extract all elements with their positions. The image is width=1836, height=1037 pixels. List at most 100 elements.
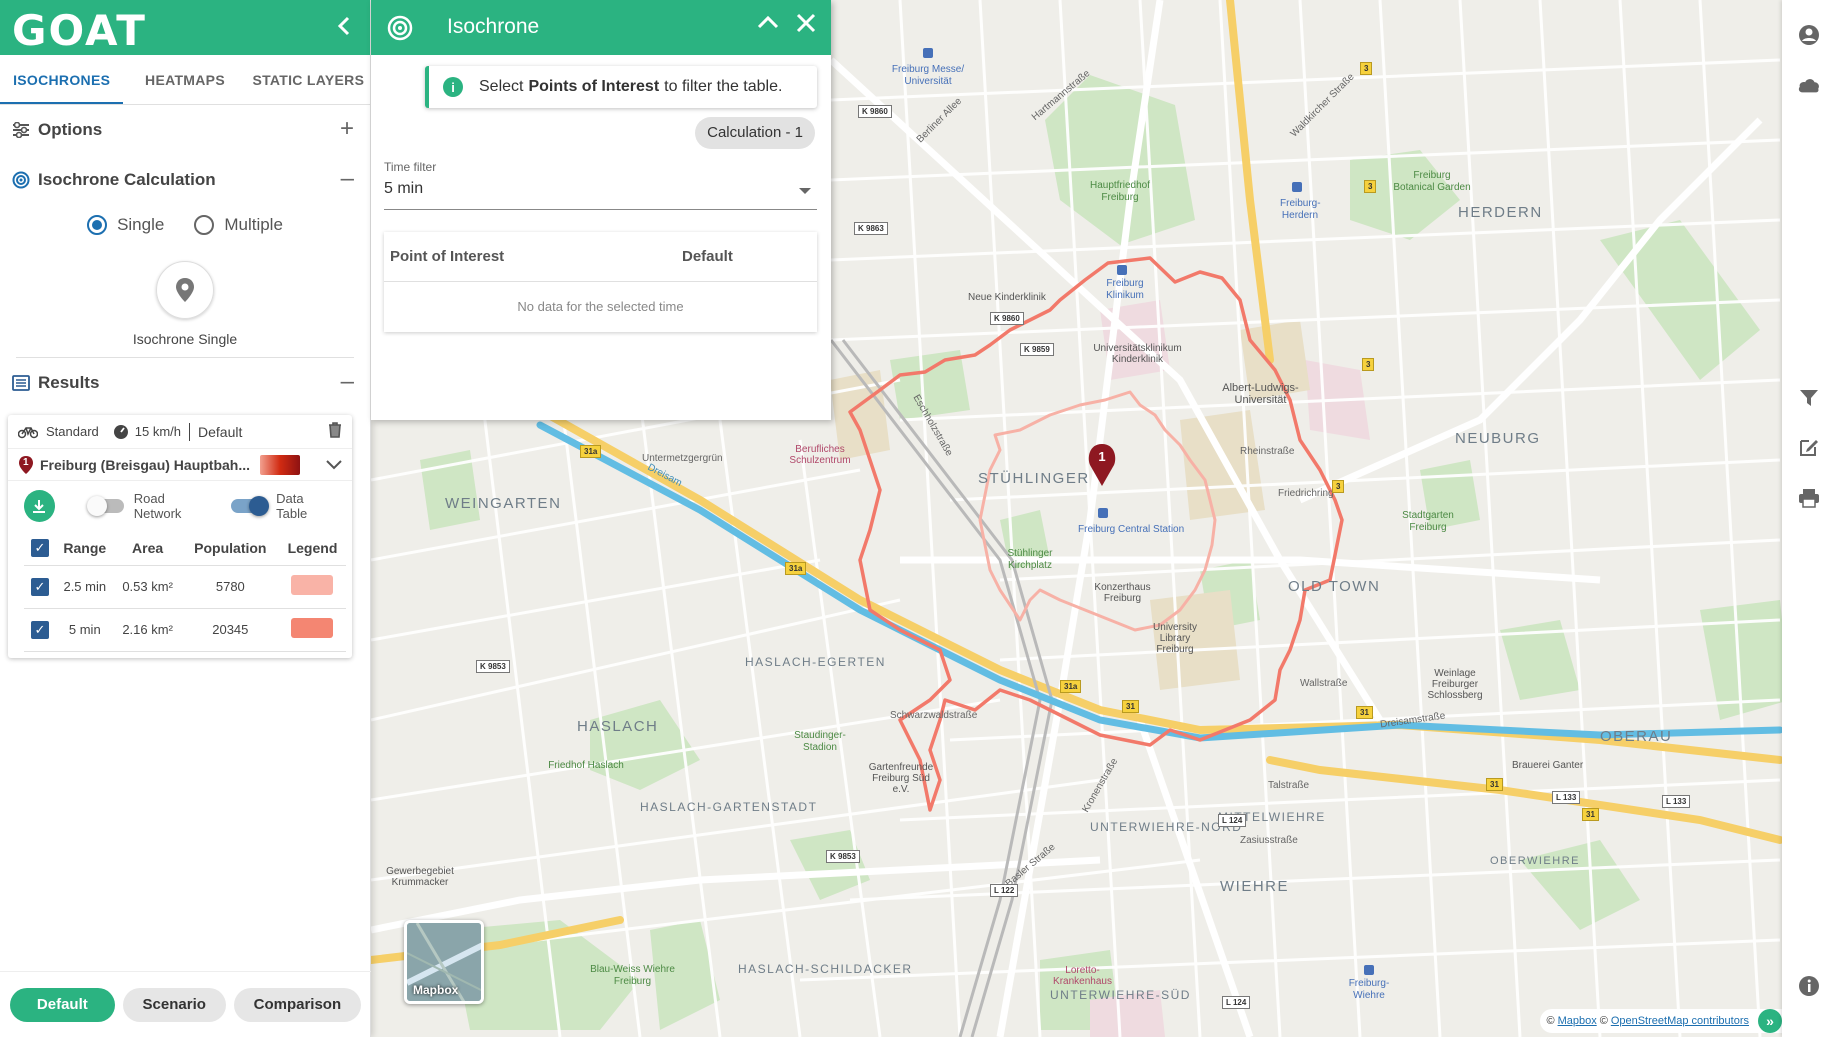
info-button[interactable] xyxy=(1797,974,1821,998)
select-all-checkbox[interactable]: ✓ xyxy=(31,538,49,557)
isochrone-result-card: Standard 15 km/h Default 1 Freiburg (Bre… xyxy=(8,415,352,658)
poi-wiehre-station: Freiburg-Wiehre xyxy=(1348,978,1390,1001)
collapse-minus-icon[interactable]: – xyxy=(341,167,354,191)
collapse-minus-icon[interactable]: – xyxy=(341,370,354,394)
info-suffix: to filter the table. xyxy=(664,78,783,95)
district-oberau: OBERAU xyxy=(1600,728,1673,745)
comparison-button[interactable]: Comparison xyxy=(233,987,362,1022)
edit-icon xyxy=(1800,440,1818,456)
poi-university-library: University Library Freiburg xyxy=(1153,622,1197,655)
row-checkbox[interactable]: ✓ xyxy=(31,620,49,639)
mapbox-link[interactable]: Mapbox xyxy=(1558,1015,1597,1027)
road-badge: 31a xyxy=(785,562,807,575)
poi-herdern-station: Freiburg-Herdern xyxy=(1280,198,1321,221)
results-title: Results xyxy=(38,373,100,392)
edit-button[interactable] xyxy=(1797,435,1821,459)
road-badge: K 9853 xyxy=(826,850,860,863)
col-population: Population xyxy=(181,531,279,566)
district-haslach-gartenstadt: HASLACH-GARTENSTADT xyxy=(640,800,818,814)
separator xyxy=(189,422,191,441)
road-badge: 31 xyxy=(1582,808,1599,821)
left-sidebar: GOAT ISOCHRONES HEATMAPS STATIC LAYERS O… xyxy=(0,0,371,1037)
print-button[interactable] xyxy=(1797,486,1821,510)
poi-blau-weiss: Blau-Weiss Wiehre Freiburg xyxy=(590,964,675,987)
filter-button[interactable] xyxy=(1797,386,1821,410)
chevron-up-icon xyxy=(757,15,779,29)
legend-swatch[interactable] xyxy=(291,575,334,595)
isochrone-panel-header[interactable]: Isochrone xyxy=(371,0,831,55)
poi-central-station: Freiburg Central Station xyxy=(1078,524,1185,535)
calculation-section-header[interactable]: Isochrone Calculation – xyxy=(0,155,370,205)
color-gradient-swatch[interactable] xyxy=(260,454,301,475)
basemap-switcher-button[interactable]: Mapbox xyxy=(404,920,484,1004)
results-section-header[interactable]: Results – xyxy=(0,358,370,408)
tab-isochrones[interactable]: ISOCHRONES xyxy=(0,55,124,104)
calculation-chip[interactable]: Calculation - 1 xyxy=(695,117,815,149)
cell-area: 2.16 km² xyxy=(113,608,182,652)
table-header-row: ✓ Range Area Population Legend xyxy=(24,531,346,566)
user-account-button[interactable] xyxy=(1797,23,1821,47)
poi-stadtgarten: Stadtgarten Freiburg xyxy=(1402,510,1454,533)
district-herdern: HERDERN xyxy=(1458,204,1543,221)
col-default[interactable]: Default xyxy=(682,248,733,265)
expand-plus-icon[interactable]: + xyxy=(340,117,354,141)
osm-link[interactable]: OpenStreetMap contributors xyxy=(1611,1015,1749,1027)
poi-table: Point of Interest Default No data for th… xyxy=(384,232,817,332)
road-badge: 31 xyxy=(1486,778,1503,791)
poi-albert-ludwigs: Albert-Ludwigs-Universität xyxy=(1222,382,1299,406)
poi-botanical-garden: Freiburg Botanical Garden xyxy=(1393,170,1471,193)
toggle-knob xyxy=(86,496,107,516)
street-label: Zasiusstraße xyxy=(1240,835,1298,846)
street-label: Wallstraße xyxy=(1300,678,1348,689)
main-tabs: ISOCHRONES HEATMAPS STATIC LAYERS xyxy=(0,55,370,105)
data-table-label: Data Table xyxy=(276,491,308,521)
expand-result-button[interactable] xyxy=(326,457,342,473)
cloud-button[interactable] xyxy=(1797,73,1821,97)
poi-friedhof-haslach: Friedhof Haslach xyxy=(548,760,624,771)
radio-single[interactable]: Single xyxy=(87,215,164,235)
legend-swatch[interactable] xyxy=(291,618,334,638)
scenario-bar: Default Scenario Comparison xyxy=(0,971,371,1037)
copyright-symbol: © xyxy=(1599,1015,1608,1027)
radio-checked-indicator xyxy=(87,215,108,235)
download-button[interactable] xyxy=(24,490,55,522)
table-row: ✓ 2.5 min 0.53 km² 5780 xyxy=(24,565,346,609)
close-icon xyxy=(796,13,816,33)
time-filter-select[interactable]: Time filter 5 min xyxy=(384,160,817,210)
road-badge: K 9859 xyxy=(1020,343,1054,356)
start-point-row[interactable]: 1 Freiburg (Breisgau) Hauptbah... xyxy=(8,449,352,481)
table-row: ✓ 5 min 2.16 km² 20345 xyxy=(24,608,346,652)
map-attribution: © Mapbox © OpenStreetMap contributors » xyxy=(1540,1009,1782,1033)
row-checkbox[interactable]: ✓ xyxy=(31,577,49,596)
district-stuehlinger: STÜHLINGER xyxy=(978,470,1090,487)
district-haslach-schildacker: HASLACH-SCHILDACKER xyxy=(738,962,913,976)
collapse-panel-button[interactable] xyxy=(756,10,780,41)
logo-bar: GOAT xyxy=(0,0,370,55)
scenario-button[interactable]: Scenario xyxy=(122,987,226,1022)
delete-result-button[interactable] xyxy=(328,422,342,441)
start-marker-icon: 1 xyxy=(18,455,34,475)
collapse-sidebar-button[interactable] xyxy=(334,14,354,45)
district-haslach: HASLACH xyxy=(577,718,659,735)
park-cemetery xyxy=(1045,75,1195,245)
tab-heatmaps[interactable]: HEATMAPS xyxy=(123,55,246,104)
cell-range: 2.5 min xyxy=(56,565,114,609)
attribution-expand-button[interactable]: » xyxy=(1758,1009,1782,1033)
poi-messe: Freiburg Messe/ Universität xyxy=(891,64,965,87)
calc-mode-radio-group: Single Multiple xyxy=(0,215,370,235)
close-panel-button[interactable] xyxy=(795,10,817,41)
options-section-header[interactable]: Options + xyxy=(0,105,370,155)
col-point-of-interest[interactable]: Point of Interest xyxy=(390,248,682,265)
isochrone-single-label: Isochrone Single xyxy=(132,331,238,347)
default-button[interactable]: Default xyxy=(9,987,115,1022)
street-label: Friedrichring xyxy=(1278,488,1334,499)
data-table-toggle[interactable] xyxy=(231,496,270,516)
place-start-point-button[interactable] xyxy=(156,261,214,319)
poi-stuehlinger-kirchplatz: Stühlinger Kirchplatz xyxy=(1007,548,1053,571)
road-badge: L 133 xyxy=(1552,791,1581,804)
road-network-toggle[interactable] xyxy=(86,496,124,516)
road-badge: 31a xyxy=(580,445,602,458)
tab-static-layers[interactable]: STATIC LAYERS xyxy=(247,55,370,104)
radio-multiple[interactable]: Multiple xyxy=(194,215,283,235)
options-title: Options xyxy=(38,120,103,139)
